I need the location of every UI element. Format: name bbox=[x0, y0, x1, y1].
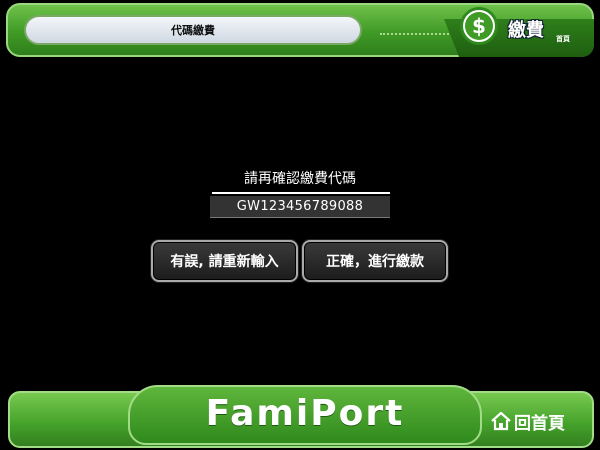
header-dotted-divider bbox=[380, 33, 460, 35]
dollar-icon: $ bbox=[460, 7, 498, 45]
dollar-glyph: $ bbox=[465, 12, 493, 40]
home-button-label: 回首頁 bbox=[514, 413, 565, 434]
payment-code-display: GW123456789088 bbox=[210, 196, 390, 218]
retry-button[interactable]: 有誤, 請重新輸入 bbox=[151, 240, 298, 282]
confirm-prompt: 請再確認繳費代碼 bbox=[244, 171, 356, 187]
code-divider bbox=[212, 192, 390, 194]
famiport-logo: FamiPort bbox=[205, 393, 405, 434]
home-button[interactable]: 回首頁 bbox=[490, 405, 565, 437]
page-title: 代碼繳費 bbox=[24, 15, 362, 45]
header-home-link[interactable]: 首頁 bbox=[556, 34, 570, 44]
confirm-button[interactable]: 正確，進行繳款 bbox=[302, 240, 448, 282]
footer-logo-tab: FamiPort bbox=[128, 385, 482, 445]
section-label: 繳費 bbox=[508, 20, 544, 41]
header-bar: 代碼繳費 bbox=[6, 3, 594, 57]
house-icon bbox=[491, 411, 511, 431]
